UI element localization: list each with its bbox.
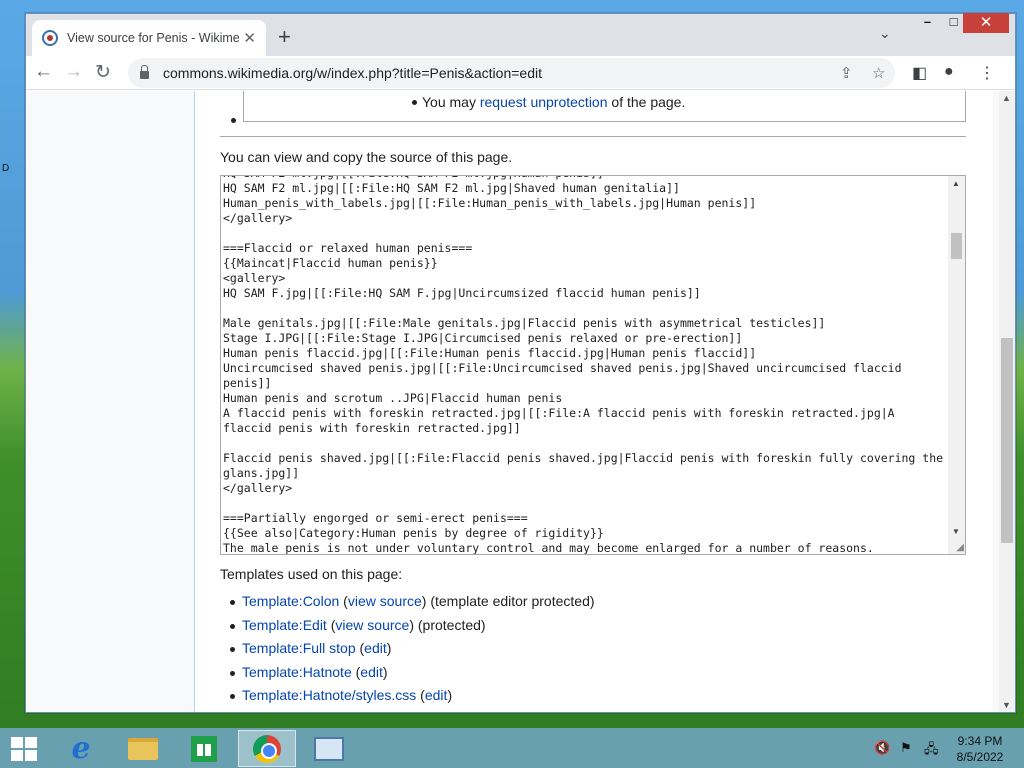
template-item: Template:Header (view source) (protected… (242, 711, 595, 712)
back-arrow-icon[interactable]: ← (34, 61, 53, 83)
star-icon[interactable]: ☆ (872, 64, 885, 82)
start-button[interactable] (11, 737, 39, 761)
store-icon[interactable] (175, 730, 233, 767)
tab-strip: View source for Penis - Wikimedia ✕ + ⌄ … (26, 13, 1015, 56)
clock-date: 8/5/2022 (956, 750, 1004, 764)
new-tab-button[interactable]: + (278, 24, 291, 50)
scroll-down-icon[interactable]: ▼ (952, 527, 960, 536)
template-item: Template:Edit (view source) (protected) (230, 616, 595, 641)
flag-icon[interactable]: ⚑ (900, 740, 912, 756)
template-action-link[interactable]: view source (357, 711, 431, 712)
notice-suffix: of the page. (607, 94, 686, 110)
notice-item: You may request unprotection of the page… (411, 94, 686, 110)
window-close-button[interactable]: ✕ (963, 13, 1009, 33)
source-scrollbar[interactable]: ▲ ▼ (948, 176, 965, 554)
control-panel-icon[interactable] (300, 730, 358, 767)
page-scrollbar[interactable]: ▲ ▼ (999, 91, 1015, 712)
protection-notice: You may request unprotection of the page… (243, 91, 966, 122)
url-text[interactable]: commons.wikimedia.org/w/index.php?title=… (163, 65, 542, 81)
template-link[interactable]: Template:Edit (242, 617, 327, 633)
template-action-link[interactable]: edit (425, 687, 448, 703)
internet-explorer-icon[interactable]: e (52, 730, 110, 767)
template-link[interactable]: Template:Full stop (242, 640, 356, 656)
clock-time: 9:34 PM (957, 734, 1003, 748)
template-item: Template:Full stop (edit) (230, 640, 595, 664)
page-viewport: You may request unprotection of the page… (26, 91, 1015, 712)
browser-toolbar: ← → ↻ commons.wikimedia.org/w/index.php?… (26, 56, 1015, 90)
template-item: Template:Hatnote (edit) (230, 664, 595, 688)
intro-text: You can view and copy the source of this… (220, 149, 513, 165)
address-bar[interactable]: commons.wikimedia.org/w/index.php?title=… (128, 58, 895, 88)
template-note: (protected) (436, 711, 508, 712)
divider (220, 136, 966, 137)
template-action-link[interactable]: edit (364, 640, 387, 656)
notice-prefix: You may (422, 94, 480, 110)
templates-heading: Templates used on this page: (220, 566, 403, 582)
unprotection-link[interactable]: unprotection (530, 94, 607, 110)
template-link[interactable]: Template:Header (242, 711, 349, 712)
resize-handle-icon[interactable]: ◢ (956, 542, 964, 553)
browser-window: View source for Penis - Wikimedia ✕ + ⌄ … (25, 13, 1016, 713)
template-action-link[interactable]: view source (348, 593, 422, 609)
minimize-button[interactable]: – (914, 14, 941, 34)
template-link[interactable]: Template:Hatnote (242, 664, 352, 680)
side-panel-icon[interactable]: ◧ (912, 63, 927, 83)
wikimedia-favicon-icon (42, 30, 58, 46)
desktop-edge: D (2, 163, 10, 174)
template-link[interactable]: Template:Colon (242, 593, 339, 609)
request-link[interactable]: request (480, 94, 527, 110)
network-icon[interactable]: 🖧 (924, 740, 939, 762)
file-explorer-icon[interactable] (114, 730, 172, 767)
share-icon[interactable]: ⇪ (840, 64, 853, 82)
template-item: Template:Hatnote/styles.css (edit) (230, 687, 595, 711)
taskbar: e 🔇 ⚑ 🖧 9:34 PM 8/5/2022 (0, 728, 1024, 768)
clock[interactable]: 9:34 PM 8/5/2022 (950, 733, 1010, 765)
page-body: You may request unprotection of the page… (194, 91, 993, 712)
tab-close-icon[interactable]: ✕ (243, 29, 256, 47)
page-scroll-down-icon[interactable]: ▼ (1002, 700, 1011, 710)
source-textarea[interactable]: HQ SAM F2 ml.jpg|[[:File:HQ SAM F2 ml.jp… (220, 175, 966, 555)
bullet-marker (231, 118, 236, 123)
template-link[interactable]: Template:Hatnote/styles.css (242, 687, 416, 703)
page-scroll-thumb[interactable] (1001, 338, 1013, 543)
scroll-up-icon[interactable]: ▲ (952, 179, 960, 188)
page-scroll-up-icon[interactable]: ▲ (1002, 93, 1011, 103)
template-note: (protected) (413, 616, 486, 633)
template-item: Template:Colon (view source) (template e… (230, 593, 595, 617)
source-text[interactable]: HQ SAM F2 ml.jpg|[[:File:HQ SAM F2 ml.jp… (223, 176, 947, 554)
template-note: (template editor protected) (426, 593, 595, 609)
volume-muted-icon[interactable]: 🔇 (874, 740, 890, 756)
lock-icon (140, 65, 149, 79)
kebab-menu-icon[interactable]: ⋮ (979, 63, 995, 83)
tab-title: View source for Penis - Wikimedia (67, 31, 239, 45)
forward-arrow-icon[interactable]: → (64, 61, 83, 83)
template-action-link[interactable]: edit (360, 664, 383, 680)
profile-icon[interactable]: ● (944, 63, 954, 81)
template-action-link[interactable]: view source (335, 617, 409, 633)
reload-icon[interactable]: ↻ (95, 61, 111, 84)
templates-list: Template:Colon (view source) (template e… (230, 593, 595, 712)
active-tab[interactable]: View source for Penis - Wikimedia ✕ (32, 20, 266, 56)
tab-search-chevron-icon[interactable]: ⌄ (879, 25, 891, 42)
chrome-icon[interactable] (238, 730, 296, 767)
source-scroll-thumb[interactable] (951, 233, 962, 259)
